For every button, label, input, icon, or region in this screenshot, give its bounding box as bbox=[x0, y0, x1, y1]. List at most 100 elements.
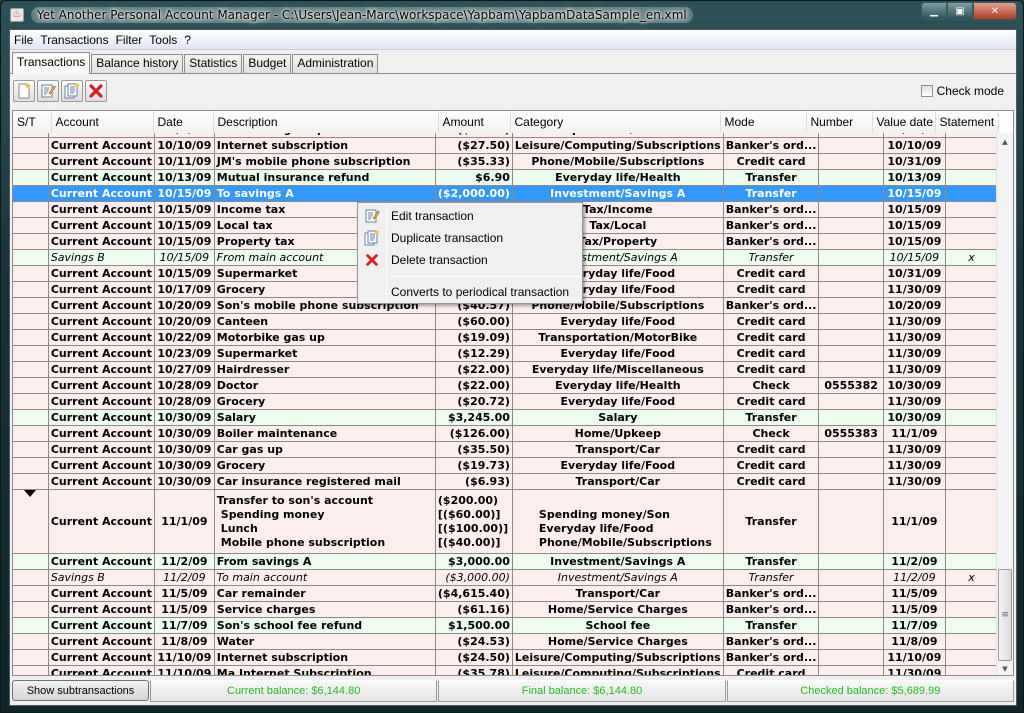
checkbox-box[interactable] bbox=[920, 85, 933, 97]
cell-account: Current Account bbox=[47, 457, 156, 474]
cell-st bbox=[13, 153, 49, 170]
column-header-value-date[interactable]: Value date bbox=[872, 111, 936, 133]
column-header-category[interactable]: Category bbox=[510, 111, 721, 133]
transaction-row[interactable]: Current Account 10/30/09 Salary $3,245.00 Sa… bbox=[13, 409, 998, 426]
title-bar[interactable]: ♨ Yet Another Personal Account Manager -… bbox=[1, 1, 1023, 29]
check-mode-checkbox[interactable]: Check mode bbox=[920, 84, 1004, 98]
transaction-row[interactable]: Current Account 10/23/09 Supermarket ($12.2… bbox=[13, 345, 998, 362]
delete-transaction-button[interactable] bbox=[85, 80, 107, 102]
menu-item-delete-transaction[interactable]: Delete transaction bbox=[358, 249, 582, 271]
menu-item-convert-to-periodical[interactable]: Converts to periodical transaction bbox=[358, 281, 582, 303]
cell-description: Ma Internet Subscription bbox=[213, 665, 436, 675]
menu-filter[interactable]: Filter bbox=[113, 33, 146, 47]
transaction-row[interactable]: Current Account 11/5/09 Car remainder ($4,6… bbox=[13, 585, 998, 602]
tab-transactions[interactable]: Transactions bbox=[12, 52, 91, 74]
transaction-row[interactable]: Current Account 10/11/09 JM's mobile phone… bbox=[13, 153, 998, 170]
cell-number bbox=[818, 329, 884, 346]
transaction-row[interactable]: Current Account 10/22/09 Motorbike gas up(… bbox=[13, 329, 998, 346]
client-area: File Transactions Filter Tools ? Transac… bbox=[9, 29, 1017, 706]
transaction-row[interactable]: Current Account 11/10/09 Internet subscrip… bbox=[13, 649, 998, 666]
transaction-row[interactable]: Current Account 10/30/09 Car gas up ($35.50… bbox=[13, 441, 998, 458]
column-header-account[interactable]: Account bbox=[51, 111, 154, 133]
cell-account: Current Account bbox=[47, 649, 156, 666]
scroll-up-arrow-icon[interactable]: ▲ bbox=[997, 133, 1013, 150]
scrollbar-thumb[interactable]: ≡ bbox=[998, 569, 1012, 661]
transaction-row[interactable]: Current Account 10/20/09 Canteen ($60.00) Ev… bbox=[13, 313, 998, 330]
transaction-row[interactable]: Current Account 10/13/09 Mutual insurance … bbox=[13, 169, 998, 186]
cell-category: Home/Upkeep bbox=[511, 425, 724, 442]
cell-description: Canteen bbox=[213, 313, 436, 330]
cell-number bbox=[818, 265, 884, 282]
cell-account: Current Account bbox=[47, 281, 156, 298]
expand-toggle-cell[interactable] bbox=[13, 489, 49, 554]
transaction-row[interactable]: Current Account 10/30/09 Grocery ($19.73) Ev… bbox=[13, 457, 998, 474]
transaction-row[interactable]: Current Account 11/8/09 Water ($24.53) Home/… bbox=[13, 633, 998, 650]
cell-st bbox=[13, 617, 49, 634]
transaction-row[interactable]: Savings B 11/2/09 To main account ($3,000.0… bbox=[13, 569, 998, 586]
cell-category: Investment/Savings A bbox=[511, 553, 724, 570]
cell-value-date: 11/30/09 bbox=[882, 457, 946, 474]
transaction-row[interactable]: Current Account 10/27/09 Hairdresser ($22.0… bbox=[13, 361, 998, 378]
transaction-row[interactable]: Current Account 10/10/09 Internet subscrip… bbox=[13, 137, 998, 154]
column-header-date[interactable]: Date bbox=[153, 111, 214, 133]
maximize-button[interactable]: ▣ bbox=[947, 2, 973, 20]
cell-statement bbox=[944, 393, 998, 410]
cell-amount: $3,000.00 bbox=[434, 553, 513, 570]
tab-budget[interactable]: Budget bbox=[243, 54, 292, 73]
column-header-number[interactable]: Number bbox=[806, 111, 873, 133]
tab-balance-history[interactable]: Balance history bbox=[91, 54, 184, 73]
transaction-row[interactable]: Current Account 10/30/09 Boiler maintenanc… bbox=[13, 425, 998, 442]
transaction-row[interactable]: Current Account 10/15/09 To savings A ($2,0… bbox=[13, 185, 998, 202]
menu-item-edit-transaction[interactable]: Edit transaction bbox=[358, 205, 582, 227]
menu-help[interactable]: ? bbox=[181, 33, 194, 47]
cell-number bbox=[818, 633, 884, 650]
cell-number bbox=[818, 617, 884, 634]
menu-tools[interactable]: Tools bbox=[146, 33, 180, 47]
menu-transactions[interactable]: Transactions bbox=[37, 33, 111, 47]
cell-st bbox=[13, 265, 49, 282]
edit-transaction-button[interactable] bbox=[37, 80, 59, 102]
transaction-row[interactable]: Current Account 11/7/09 Son's school fee r… bbox=[13, 617, 998, 634]
cell-st bbox=[13, 345, 49, 362]
split-transaction-row[interactable]: Current Account 11/1/09 Transfer to son'… bbox=[13, 489, 998, 554]
new-transaction-button[interactable] bbox=[13, 80, 35, 102]
transaction-row[interactable]: Current Account 11/5/09 Service charges ($6… bbox=[13, 601, 998, 618]
column-header-mode[interactable]: Mode bbox=[720, 111, 807, 133]
cell-st bbox=[13, 553, 49, 570]
cell-statement bbox=[944, 601, 998, 618]
transaction-row[interactable]: Current Account 10/30/09 Car insurance reg… bbox=[13, 473, 998, 490]
menu-item-duplicate-transaction[interactable]: Duplicate transaction bbox=[358, 227, 582, 249]
checked-balance: Checked balance: $5,689.99 bbox=[726, 680, 1014, 702]
column-header-st[interactable]: S/T bbox=[13, 111, 52, 133]
transaction-row[interactable]: Current Account 11/2/09 From savings A $3,0… bbox=[13, 553, 998, 570]
column-header-description[interactable]: Description bbox=[213, 111, 439, 133]
cell-amount: ($12.29) bbox=[434, 345, 513, 362]
close-button[interactable]: ✕ bbox=[973, 2, 1017, 20]
cell-amount: ($126.00) bbox=[434, 425, 513, 442]
duplicate-transaction-button[interactable] bbox=[61, 80, 83, 102]
menu-file[interactable]: File bbox=[11, 33, 36, 47]
column-header-amount[interactable]: Amount bbox=[438, 111, 511, 133]
expand-triangle-icon[interactable] bbox=[24, 490, 36, 497]
transaction-row[interactable]: Current Account 11/10/09 Ma Internet Subsc… bbox=[13, 665, 998, 675]
vertical-scrollbar[interactable]: ▲ ≡ ▼ bbox=[996, 133, 1013, 675]
minimize-button[interactable]: ▁ bbox=[921, 2, 947, 20]
tab-statistics[interactable]: Statistics bbox=[184, 54, 243, 73]
duplicate-icon bbox=[364, 230, 379, 246]
transaction-row[interactable]: Current Account 10/28/09 Doctor ($22.00) Eve… bbox=[13, 377, 998, 394]
cell-date: 10/10/09 bbox=[154, 137, 215, 154]
edit-icon bbox=[41, 84, 56, 98]
cell-account: Current Account bbox=[47, 617, 156, 634]
cell-account: Current Account bbox=[47, 473, 156, 490]
transaction-row[interactable]: Current Account 10/28/09 Grocery ($20.72) Ev… bbox=[13, 393, 998, 410]
table-header: S/T Account Date Description Amount Cate… bbox=[13, 111, 999, 134]
cell-amount: ($22.00) bbox=[434, 377, 513, 394]
column-header-statement[interactable]: Statement bbox=[935, 111, 999, 133]
cell-date: 11/2/09 bbox=[154, 553, 215, 570]
cell-number bbox=[818, 217, 884, 234]
cell-st bbox=[13, 249, 49, 266]
cell-value-date: 11/30/09 bbox=[882, 473, 946, 490]
show-subtransactions-button[interactable]: Show subtransactions bbox=[12, 680, 149, 701]
tab-administration[interactable]: Administration bbox=[292, 54, 379, 73]
scroll-down-arrow-icon[interactable]: ▼ bbox=[997, 660, 1013, 675]
